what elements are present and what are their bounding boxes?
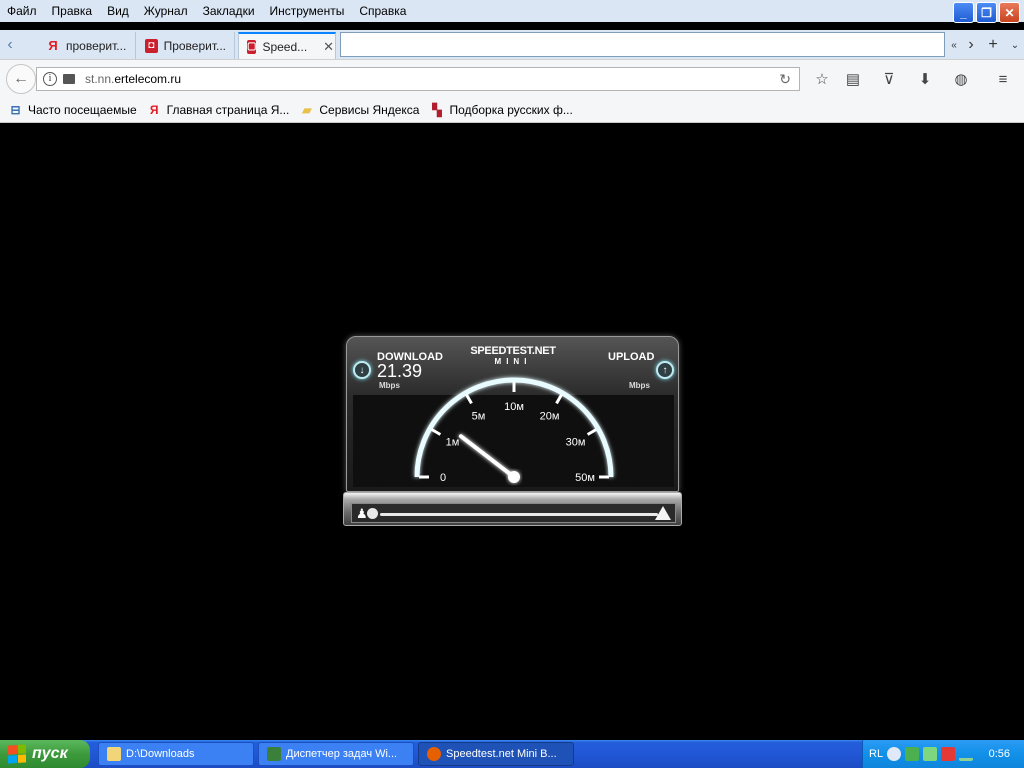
gauge-tick [555, 393, 563, 405]
reload-icon[interactable]: ↻ [779, 71, 791, 88]
upload-unit: Mbps [629, 381, 650, 390]
hamburger-menu-icon[interactable]: ≡ [993, 69, 1013, 89]
system-tray: RL 0:56 [862, 740, 1024, 768]
task-manager-icon [267, 747, 281, 761]
bookmark-yandex-home[interactable]: Я Главная страница Я... [147, 103, 290, 117]
gauge-tick-label: 20м [540, 411, 560, 423]
bookmark-most-visited[interactable]: ⊟ Часто посещаемые [8, 103, 136, 117]
gauge-tick [586, 428, 598, 436]
menu-edit[interactable]: Правка [45, 4, 101, 18]
folder-icon [107, 747, 121, 761]
taskbar-item-downloads[interactable]: D:\Downloads [98, 742, 254, 766]
speedtest-brand: SPEEDTEST.NET [470, 345, 556, 357]
menu-file[interactable]: Файл [0, 4, 45, 18]
film-icon: ▚ [432, 103, 442, 117]
gauge-tick-label: 1м [446, 437, 460, 449]
start-button[interactable]: пуск [0, 740, 90, 768]
speedtest-brand-sub: MINI [494, 357, 532, 366]
close-tab-icon[interactable]: ✕ [323, 39, 334, 55]
navigation-bar: ← i st.nn.ertelecom.ru ↻ ☆ ▤ ⊽ ⬇ ◍ ≡ [0, 59, 1024, 98]
gauge-tick-label: 5м [472, 411, 486, 423]
menu-history[interactable]: Журнал [137, 4, 196, 18]
gauge-needle [458, 434, 516, 479]
bookmarks-bar: ⊟ Часто посещаемые Я Главная страница Я.… [0, 98, 1024, 123]
tab-bar: ‹ Я проверит... ◘ Проверит... ▢ Speed...… [0, 30, 1024, 59]
downloads-icon[interactable]: ⬇ [915, 69, 935, 89]
gauge-tick [430, 428, 442, 436]
gauge-needle-hub [508, 471, 520, 483]
person-icon: ♟ [356, 506, 368, 521]
restore-button[interactable]: ❐ [976, 2, 997, 23]
back-button[interactable]: ← [6, 64, 36, 94]
tray-antivirus-icon[interactable] [941, 747, 956, 761]
menu-view[interactable]: Вид [100, 4, 137, 18]
yandex-icon: Я [48, 38, 58, 53]
gauge-tick-label: 10м [504, 401, 524, 413]
speedtest-widget: 0 1м 5м 10м 20м 30м 50м ↓ DOWNLOAD 21.39 Mbps … [343, 336, 682, 526]
progress-knob [367, 508, 378, 519]
page-icon [63, 74, 75, 84]
info-icon[interactable]: i [43, 72, 57, 86]
network-signal-icon[interactable] [959, 747, 974, 761]
globe-icon[interactable]: ◍ [951, 69, 971, 89]
minimize-button[interactable]: _ [953, 2, 974, 23]
tab-3-active[interactable]: ▢ Speed... ✕ [238, 32, 336, 59]
download-arrow-icon: ↓ [353, 361, 371, 379]
speedtest-frame: 0 1м 5м 10м 20м 30м 50м ↓ DOWNLOAD 21.39 Mbps … [346, 336, 679, 492]
bookmark-yandex-services[interactable]: ▰ Сервисы Яндекса [299, 103, 419, 117]
menu-help[interactable]: Справка [352, 4, 414, 18]
taskbar-item-firefox[interactable]: Speedtest.net Mini B... [418, 742, 574, 766]
most-visited-icon: ⊟ [10, 103, 21, 117]
tab-scroll-right-icon[interactable]: › [960, 34, 982, 56]
progress-line [380, 513, 658, 516]
tab-title: проверит... [66, 38, 127, 53]
speedtest-icon: ▢ [247, 39, 257, 54]
triangle-icon [655, 506, 671, 520]
download-unit: Mbps [379, 381, 400, 390]
new-tab-icon[interactable]: + [982, 34, 1004, 56]
speedtest-progress-bar: ♟ [343, 492, 682, 526]
window-controls: _ ❐ ✕ [953, 2, 1020, 23]
firefox-icon [427, 747, 441, 761]
close-window-button[interactable]: ✕ [999, 2, 1020, 23]
folder-icon: ▰ [302, 103, 312, 117]
url-text: st.nn.ertelecom.ru [85, 72, 182, 86]
tab-scroll-left-icon[interactable]: ‹ [2, 35, 18, 55]
tab-search-field[interactable] [340, 32, 945, 57]
clock: 0:56 [988, 748, 1010, 760]
taskbar-item-task-manager[interactable]: Диспетчер задач Wi... [258, 742, 414, 766]
tab-1[interactable]: Я проверит... [38, 32, 136, 59]
bookmarks-list-icon[interactable]: ▤ [843, 69, 863, 89]
tray-collapse-icon[interactable] [887, 747, 902, 761]
gauge-arc [414, 377, 614, 478]
language-indicator[interactable]: RL [869, 748, 883, 760]
upload-label: UPLOAD [608, 351, 655, 363]
download-value: 21.39 [377, 361, 423, 381]
taskbar: пуск D:\Downloads Диспетчер задач Wi... … [0, 740, 1024, 768]
start-label: пуск [32, 745, 68, 762]
gauge-tick-label: 50м [575, 472, 595, 484]
url-bar[interactable]: i st.nn.ertelecom.ru ↻ [36, 67, 800, 91]
tab-title: Проверит... [163, 38, 226, 53]
yandex-icon: Я [149, 103, 159, 117]
gauge-tick-label: 30м [566, 437, 586, 449]
progress-track: ♟ [351, 503, 676, 523]
list-tabs-icon[interactable]: ⌄ [1004, 34, 1024, 56]
tray-green-icon[interactable] [923, 747, 938, 761]
pocket-icon[interactable]: ⊽ [879, 69, 899, 89]
gauge-tick-label: 0 [440, 472, 446, 484]
tab-2[interactable]: ◘ Проверит... [137, 32, 235, 59]
upload-arrow-icon: ↑ [656, 361, 674, 379]
bookmark-russian-films[interactable]: ▚ Подборка русских ф... [429, 103, 572, 117]
menu-bar: Файл Правка Вид Журнал Закладки Инструме… [0, 0, 1024, 23]
menu-bookmarks[interactable]: Закладки [196, 4, 263, 18]
menu-tools[interactable]: Инструменты [263, 4, 353, 18]
windows-logo-icon [8, 744, 26, 764]
bookmark-star-icon[interactable]: ☆ [812, 69, 832, 89]
tab-title: Speed... [262, 39, 308, 54]
back-arrow-icon: ← [13, 70, 29, 87]
gauge-tick [465, 393, 473, 405]
red-bag-icon: ◘ [145, 38, 158, 53]
tray-clover-icon[interactable] [905, 747, 920, 761]
